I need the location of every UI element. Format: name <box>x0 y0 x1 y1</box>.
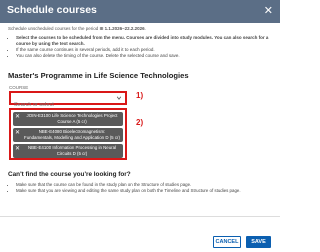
course-search-box[interactable] <box>9 91 127 110</box>
remove-course-icon[interactable]: ✕ <box>15 130 20 136</box>
dialog-content: Schedule unscheduled courses for the per… <box>8 26 272 59</box>
selected-courses-list: ✕ JOIN-E3100 Life Science Technologies P… <box>9 108 127 160</box>
course-chip: ✕ NBE-E4100 Information Processing in Ne… <box>13 144 123 158</box>
dialog-header: Schedule courses ✕ <box>0 0 280 23</box>
footer-divider <box>0 216 280 217</box>
course-chip: ✕ NBE-E4080 Bioelectromagnetism: Fundame… <box>13 128 123 142</box>
intro-period: III 1.1.2026–22.2.2026 <box>99 26 145 31</box>
instruction-item: You can also delete the timing of the co… <box>16 53 272 59</box>
course-chip-label: NBE-E4100 Information Processing in Neur… <box>27 145 117 156</box>
intro-label: Schedule unscheduled courses for the per… <box>8 26 99 31</box>
marker-courses: 2) <box>136 118 144 127</box>
programme-title: Master's Programme in Life Science Techn… <box>8 71 189 80</box>
course-chip: ✕ JOIN-E3100 Life Science Technologies P… <box>13 112 123 126</box>
instruction-item: Select the courses to be scheduled from … <box>16 35 272 47</box>
remove-course-icon[interactable]: ✕ <box>15 146 20 152</box>
marker-search: 1) <box>136 91 144 100</box>
cancel-button[interactable]: CANCEL <box>213 236 241 248</box>
instructions-list: Select the courses to be scheduled from … <box>8 35 272 59</box>
course-field-label: COURSE <box>9 85 29 90</box>
dialog-title: Schedule courses <box>7 4 97 16</box>
save-button[interactable]: SAVE <box>246 236 271 248</box>
help-item: Make sure that you are viewing and editi… <box>16 188 280 194</box>
intro-text: Schedule unscheduled courses for the per… <box>8 26 146 31</box>
chevron-down-icon[interactable] <box>116 95 122 101</box>
course-chip-label: JOIN-E3100 Life Science Technologies Pro… <box>26 113 118 124</box>
remove-course-icon[interactable]: ✕ <box>15 114 20 120</box>
cant-find-title: Can't find the course you're looking for… <box>8 171 131 178</box>
course-chip-label: NBE-E4080 Bioelectromagnetism: Fundament… <box>24 129 120 140</box>
cant-find-list: Make sure that the course can be found i… <box>8 182 280 193</box>
close-icon[interactable]: ✕ <box>264 4 273 18</box>
